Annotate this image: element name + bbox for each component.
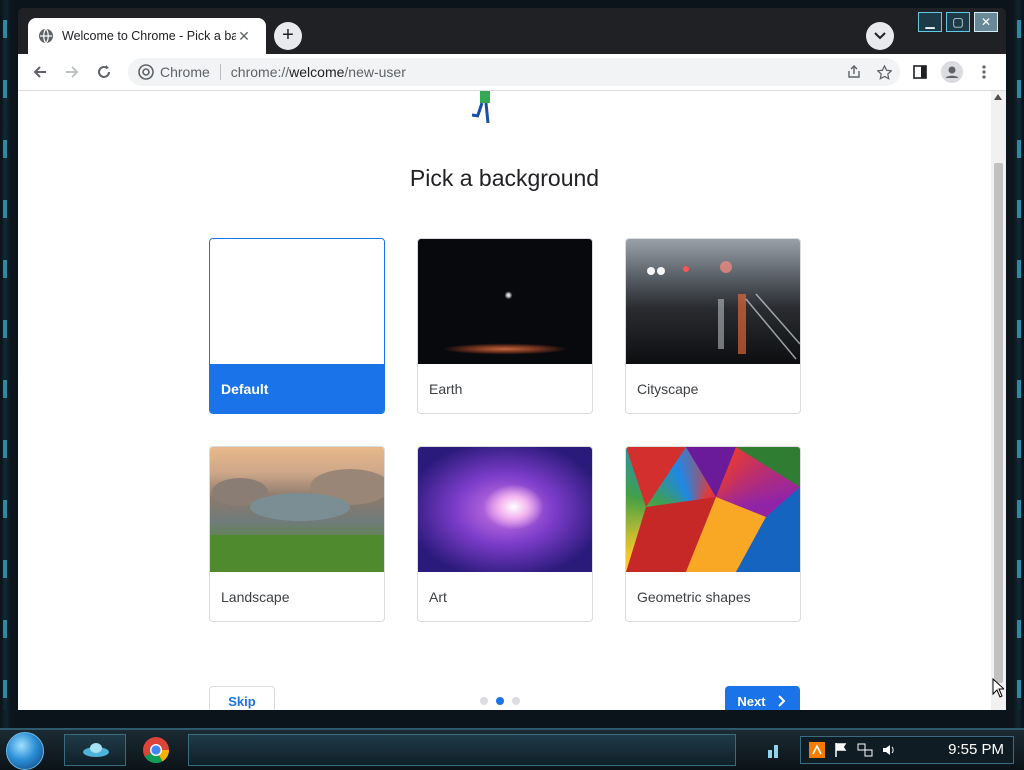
background-thumbnail: [418, 239, 592, 364]
browser-toolbar: Chrome chrome://welcome/new-user: [18, 54, 1006, 91]
step-dot: [512, 697, 520, 705]
chrome-logo-icon: [138, 64, 154, 80]
scroll-up-arrow-icon[interactable]: [994, 94, 1002, 100]
background-card-earth[interactable]: Earth: [417, 238, 593, 414]
frame-accent-left: [3, 20, 7, 710]
background-card-cityscape[interactable]: Cityscape: [625, 238, 801, 414]
profile-avatar-icon[interactable]: [936, 56, 968, 88]
next-button-label: Next: [737, 693, 766, 709]
frame-accent-right: [1017, 20, 1021, 710]
taskbar-app-slot[interactable]: [64, 734, 126, 766]
minimize-button[interactable]: ▁: [918, 12, 942, 32]
step-dot-active: [496, 697, 504, 705]
background-label: Geometric shapes: [637, 589, 751, 605]
background-thumbnail: [418, 447, 592, 572]
bookmark-star-icon[interactable]: [872, 60, 896, 84]
back-arrow-icon[interactable]: [24, 56, 56, 88]
side-panel-icon[interactable]: [904, 56, 936, 88]
page-title: Pick a background: [409, 165, 600, 191]
background-thumbnail: [210, 239, 384, 364]
chevron-right-icon: [777, 695, 786, 707]
network-icon[interactable]: [857, 742, 873, 758]
kebab-menu-icon[interactable]: [968, 56, 1000, 88]
site-chip-label: Chrome: [160, 64, 221, 80]
taskbar-clock[interactable]: 9:55 PM: [948, 741, 1004, 758]
globe-icon: [39, 28, 53, 44]
taskbar: 9:55 PM: [0, 728, 1024, 770]
tab-close-icon[interactable]: ✕: [236, 28, 252, 44]
step-dot: [480, 697, 488, 705]
url-text: chrome://welcome/new-user: [230, 64, 406, 80]
background-thumbnail: [626, 447, 800, 572]
tray-app-icon[interactable]: [809, 742, 825, 758]
start-button[interactable]: [6, 732, 44, 770]
hero-illustration: [471, 91, 490, 124]
background-label: Default: [210, 364, 384, 413]
background-label: Art: [429, 589, 447, 605]
next-button[interactable]: Next: [725, 686, 800, 710]
close-window-button[interactable]: ✕: [974, 12, 998, 32]
step-indicator: [480, 697, 520, 705]
tab-title: Welcome to Chrome - Pick a background: [62, 29, 236, 43]
omnibox-actions: [842, 60, 896, 84]
background-thumbnail: [210, 447, 384, 572]
tab-welcome[interactable]: Welcome to Chrome - Pick a background ✕: [28, 18, 266, 54]
scrollbar-thumb[interactable]: [994, 163, 1003, 683]
page-scrollbar[interactable]: [991, 91, 1006, 710]
address-bar[interactable]: Chrome chrome://welcome/new-user: [128, 58, 900, 86]
tab-search-chevron-icon[interactable]: [866, 22, 894, 50]
window-controls: ▁ ▢ ✕: [918, 12, 998, 32]
ufo-app-icon: [83, 743, 109, 757]
volume-icon[interactable]: [881, 742, 897, 758]
background-card-landscape[interactable]: Landscape: [209, 446, 385, 622]
flag-icon[interactable]: [833, 742, 849, 758]
page-viewport: Pick a background Default Earth Cityscap…: [18, 91, 1006, 710]
taskbar-window-area[interactable]: [188, 734, 736, 766]
background-thumbnail: [626, 239, 800, 364]
signal-bars-icon[interactable]: [766, 741, 784, 759]
mouse-cursor-icon: [992, 678, 1004, 698]
chrome-taskbar-icon[interactable]: [142, 736, 170, 764]
chrome-window: Welcome to Chrome - Pick a background ✕ …: [18, 8, 1006, 710]
tab-strip: Welcome to Chrome - Pick a background ✕ …: [18, 8, 1006, 54]
forward-arrow-icon[interactable]: [56, 56, 88, 88]
background-card-art[interactable]: Art: [417, 446, 593, 622]
new-tab-plus-icon[interactable]: +: [274, 22, 302, 50]
skip-button[interactable]: Skip: [209, 686, 275, 710]
background-label: Cityscape: [637, 381, 699, 397]
maximize-button[interactable]: ▢: [946, 12, 970, 32]
share-icon[interactable]: [842, 60, 866, 84]
background-label: Landscape: [221, 589, 290, 605]
background-card-geometric-shapes[interactable]: Geometric shapes: [625, 446, 801, 622]
background-card-default[interactable]: Default: [209, 238, 385, 414]
reload-icon[interactable]: [88, 56, 120, 88]
background-label: Earth: [429, 381, 463, 397]
